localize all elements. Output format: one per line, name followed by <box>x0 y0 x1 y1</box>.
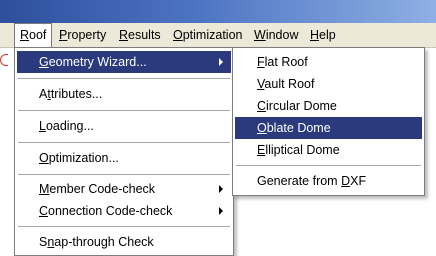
mnemonic: O <box>173 28 183 42</box>
menu-window[interactable]: Window <box>249 23 303 47</box>
menu-separator <box>18 142 230 143</box>
mnemonic: D <box>341 174 351 188</box>
mnemonic: W <box>254 28 266 42</box>
menu-item-connection-code-check[interactable]: Connection Code-check <box>17 200 231 222</box>
canvas-shape-fragment <box>0 54 8 66</box>
submenu-item-circular-dome[interactable]: Circular Dome <box>235 95 422 117</box>
geometry-wizard-submenu: Flat Roof Vault Roof Circular Dome Oblat… <box>232 47 425 196</box>
submenu-item-oblate-dome[interactable]: Oblate Dome <box>235 117 422 139</box>
menu-separator <box>236 165 421 166</box>
menu-separator <box>18 78 230 79</box>
mnemonic: O <box>39 151 49 165</box>
submenu-item-generate-from-dxf[interactable]: Generate from DXF <box>235 170 422 192</box>
menu-help[interactable]: Help <box>305 23 341 47</box>
menu-separator <box>18 174 230 175</box>
roof-dropdown-menu: Geometry Wizard... Attributes... Loading… <box>14 47 234 256</box>
menu-item-geometry-wizard[interactable]: Geometry Wizard... <box>17 51 231 73</box>
mnemonic: C <box>257 99 267 113</box>
menu-item-attributes[interactable]: Attributes... <box>17 83 231 105</box>
mnemonic: F <box>257 55 265 69</box>
menu-roof[interactable]: Roof <box>14 23 53 47</box>
submenu-arrow-icon <box>219 58 223 66</box>
menu-item-loading[interactable]: Loading... <box>17 115 231 137</box>
menu-separator <box>18 110 230 111</box>
menu-property[interactable]: Property <box>54 23 111 47</box>
mnemonic: L <box>39 119 46 133</box>
mnemonic: R <box>119 28 129 42</box>
mnemonic: G <box>39 55 49 69</box>
menu-separator <box>18 226 230 227</box>
mnemonic: R <box>20 28 30 42</box>
submenu-item-vault-roof[interactable]: Vault Roof <box>235 73 422 95</box>
mnemonic: M <box>39 182 50 196</box>
menu-bar: Roof Property Results Optimization Windo… <box>0 23 436 48</box>
submenu-arrow-icon <box>219 185 223 193</box>
menu-item-optimization[interactable]: Optimization... <box>17 147 231 169</box>
title-bar <box>0 0 436 23</box>
mnemonic: H <box>310 28 320 42</box>
mnemonic: O <box>257 121 267 135</box>
menu-item-snap-through-check[interactable]: Snap-through Check <box>17 231 231 253</box>
menu-item-member-code-check[interactable]: Member Code-check <box>17 178 231 200</box>
submenu-item-elliptical-dome[interactable]: Elliptical Dome <box>235 139 422 161</box>
submenu-arrow-icon <box>219 207 223 215</box>
submenu-item-flat-roof[interactable]: Flat Roof <box>235 51 422 73</box>
mnemonic: C <box>39 204 49 218</box>
menu-results[interactable]: Results <box>114 23 166 47</box>
menu-optimization[interactable]: Optimization <box>168 23 247 47</box>
